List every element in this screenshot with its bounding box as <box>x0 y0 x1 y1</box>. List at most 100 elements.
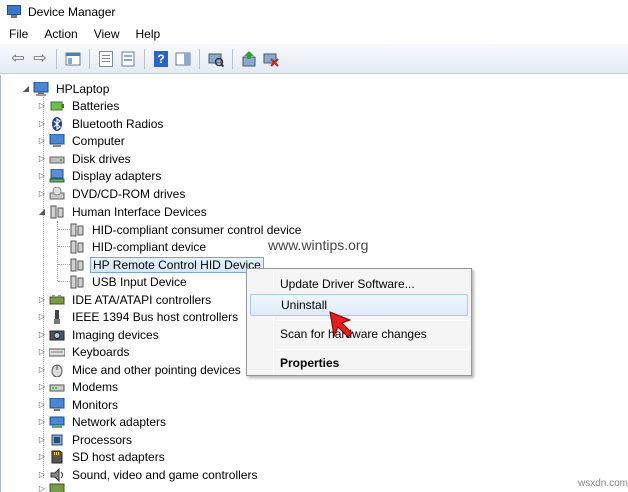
monitor-icon <box>49 397 65 412</box>
uninstall-menu-item[interactable]: Uninstall <box>250 294 468 316</box>
dvd-drive-icon <box>49 186 65 201</box>
mouse-icon <box>49 363 65 377</box>
tree-device[interactable]: HID-compliant device <box>69 238 208 255</box>
keyboard-icon <box>48 345 66 359</box>
ieee1394-icon <box>49 309 65 324</box>
help-icon: ? <box>154 50 168 67</box>
export-list-button[interactable] <box>118 49 138 69</box>
tree-category[interactable]: ▷ Computer <box>37 132 127 149</box>
expand-arrow-icon[interactable]: ▷ <box>37 312 47 321</box>
device-manager-icon <box>6 5 22 19</box>
expand-arrow-icon[interactable]: ▷ <box>37 171 47 180</box>
properties-button[interactable] <box>96 49 116 69</box>
collapse-arrow-icon[interactable]: ◢ <box>21 84 31 93</box>
uninstall-button[interactable] <box>261 49 281 69</box>
red-arrow-cursor-icon <box>329 311 353 338</box>
back-arrow-icon: ⇦ <box>11 49 25 67</box>
toolbar-separator <box>232 48 233 69</box>
expand-arrow-icon[interactable]: ▷ <box>37 330 47 339</box>
toolbar: ⇦ ⇨ ? <box>0 44 628 74</box>
tree-device[interactable]: USB Input Device <box>69 273 189 290</box>
tree-device[interactable]: HID-compliant consumer control device <box>69 221 303 238</box>
processor-icon <box>49 433 65 447</box>
tree-category[interactable]: ▷ Bluetooth Radios <box>37 115 165 132</box>
expand-arrow-icon[interactable]: ▷ <box>37 484 47 492</box>
expand-arrow-icon[interactable]: ▷ <box>37 452 47 461</box>
action-pane-icon <box>175 52 191 65</box>
forward-button[interactable]: ⇨ <box>30 49 50 69</box>
expand-arrow-icon[interactable]: ▷ <box>37 417 47 426</box>
display-adapter-icon <box>49 168 65 183</box>
menu-help[interactable]: Help <box>135 26 162 42</box>
scan-hardware-icon <box>208 53 224 67</box>
tree-root-label: HPLaptop <box>56 81 110 96</box>
computer-icon <box>49 133 65 148</box>
tree-category[interactable]: ▷ Keyboards <box>37 343 131 360</box>
tree-category[interactable]: ▷ IDE ATA/ATAPI controllers <box>37 291 213 308</box>
expand-arrow-icon[interactable]: ▷ <box>37 136 47 145</box>
update-driver-icon <box>242 50 256 66</box>
expand-arrow-icon[interactable]: ▷ <box>37 435 47 444</box>
expand-arrow-icon[interactable]: ▷ <box>37 382 47 391</box>
tree-root[interactable]: ◢ HPLaptop <box>21 80 111 97</box>
hid-device-icon <box>69 275 85 289</box>
expand-arrow-icon[interactable]: ▷ <box>37 189 47 198</box>
expand-arrow-icon[interactable]: ▷ <box>37 347 47 356</box>
storage-controller-icon <box>49 483 65 492</box>
ide-controller-icon <box>49 293 65 307</box>
tree-category[interactable]: ▷ Mice and other pointing devices <box>37 361 243 378</box>
tree-category[interactable]: ▷ Batteries <box>37 97 121 114</box>
camera-icon <box>49 328 65 342</box>
scan-hardware-button[interactable] <box>206 49 226 69</box>
tree-category[interactable]: ▷ SD host adapters <box>37 448 167 465</box>
tree-category[interactable]: ▷ Imaging devices <box>37 326 161 343</box>
speaker-icon <box>49 467 65 482</box>
expand-arrow-icon[interactable]: ▷ <box>37 154 47 163</box>
expand-arrow-icon[interactable]: ▷ <box>37 119 47 128</box>
tree-category[interactable]: ▷ IEEE 1394 Bus host controllers <box>37 308 240 325</box>
hid-device-icon <box>69 223 85 237</box>
action-pane-button[interactable] <box>173 49 193 69</box>
show-hide-console-tree-button[interactable] <box>63 49 83 69</box>
disk-drive-icon <box>49 152 65 166</box>
tree-category[interactable]: ▷ Modems <box>37 378 120 395</box>
menu-bar: File Action View Help <box>0 24 628 44</box>
hid-device-icon <box>69 258 85 272</box>
sd-adapter-icon <box>49 450 65 464</box>
toolbar-separator <box>144 48 145 69</box>
menu-action[interactable]: Action <box>43 26 78 42</box>
update-driver-menu-item[interactable]: Update Driver Software... <box>250 273 468 295</box>
expand-arrow-icon[interactable]: ▷ <box>37 470 47 479</box>
update-driver-button[interactable] <box>239 49 259 69</box>
tree-category[interactable]: ▷ Sound, video and game controllers <box>37 466 259 483</box>
context-menu-separator <box>275 349 469 350</box>
tree-category[interactable]: ▷ DVD/CD-ROM drives <box>37 185 187 202</box>
tree-category[interactable]: ▷ Display adapters <box>37 167 163 184</box>
context-menu: Update Driver Software... Uninstall Scan… <box>246 268 472 376</box>
collapse-arrow-icon[interactable]: ◢ <box>37 207 47 216</box>
expand-arrow-icon[interactable]: ▷ <box>37 400 47 409</box>
tree-category-expanded[interactable]: ◢ Human Interface Devices <box>37 203 209 220</box>
properties-menu-item[interactable]: Properties <box>250 352 468 374</box>
watermark-text: www.wintips.org <box>268 237 369 253</box>
tree-category[interactable]: ▷ Monitors <box>37 396 120 413</box>
toolbar-separator <box>89 48 90 69</box>
scan-hardware-menu-item[interactable]: Scan for hardware changes <box>250 323 468 345</box>
uninstall-icon <box>263 53 279 67</box>
back-button[interactable]: ⇦ <box>8 49 28 69</box>
tree-category[interactable]: ▷ Network adapters <box>37 413 168 430</box>
console-tree-icon <box>65 52 81 65</box>
properties-icon <box>99 50 113 67</box>
expand-arrow-icon[interactable]: ▷ <box>37 101 47 110</box>
menu-view[interactable]: View <box>93 26 121 42</box>
help-button[interactable]: ? <box>151 49 171 69</box>
tree-category-partial[interactable]: ▷ <box>37 483 70 492</box>
battery-icon <box>49 99 65 113</box>
tree-device-selected[interactable]: HP Remote Control HID Device <box>69 256 264 273</box>
expand-arrow-icon[interactable]: ▷ <box>37 365 47 374</box>
expand-arrow-icon[interactable]: ▷ <box>37 295 47 304</box>
tree-category[interactable]: ▷ Processors <box>37 431 134 448</box>
menu-file[interactable]: File <box>8 26 29 42</box>
toolbar-separator <box>56 48 57 69</box>
tree-category[interactable]: ▷ Disk drives <box>37 150 133 167</box>
